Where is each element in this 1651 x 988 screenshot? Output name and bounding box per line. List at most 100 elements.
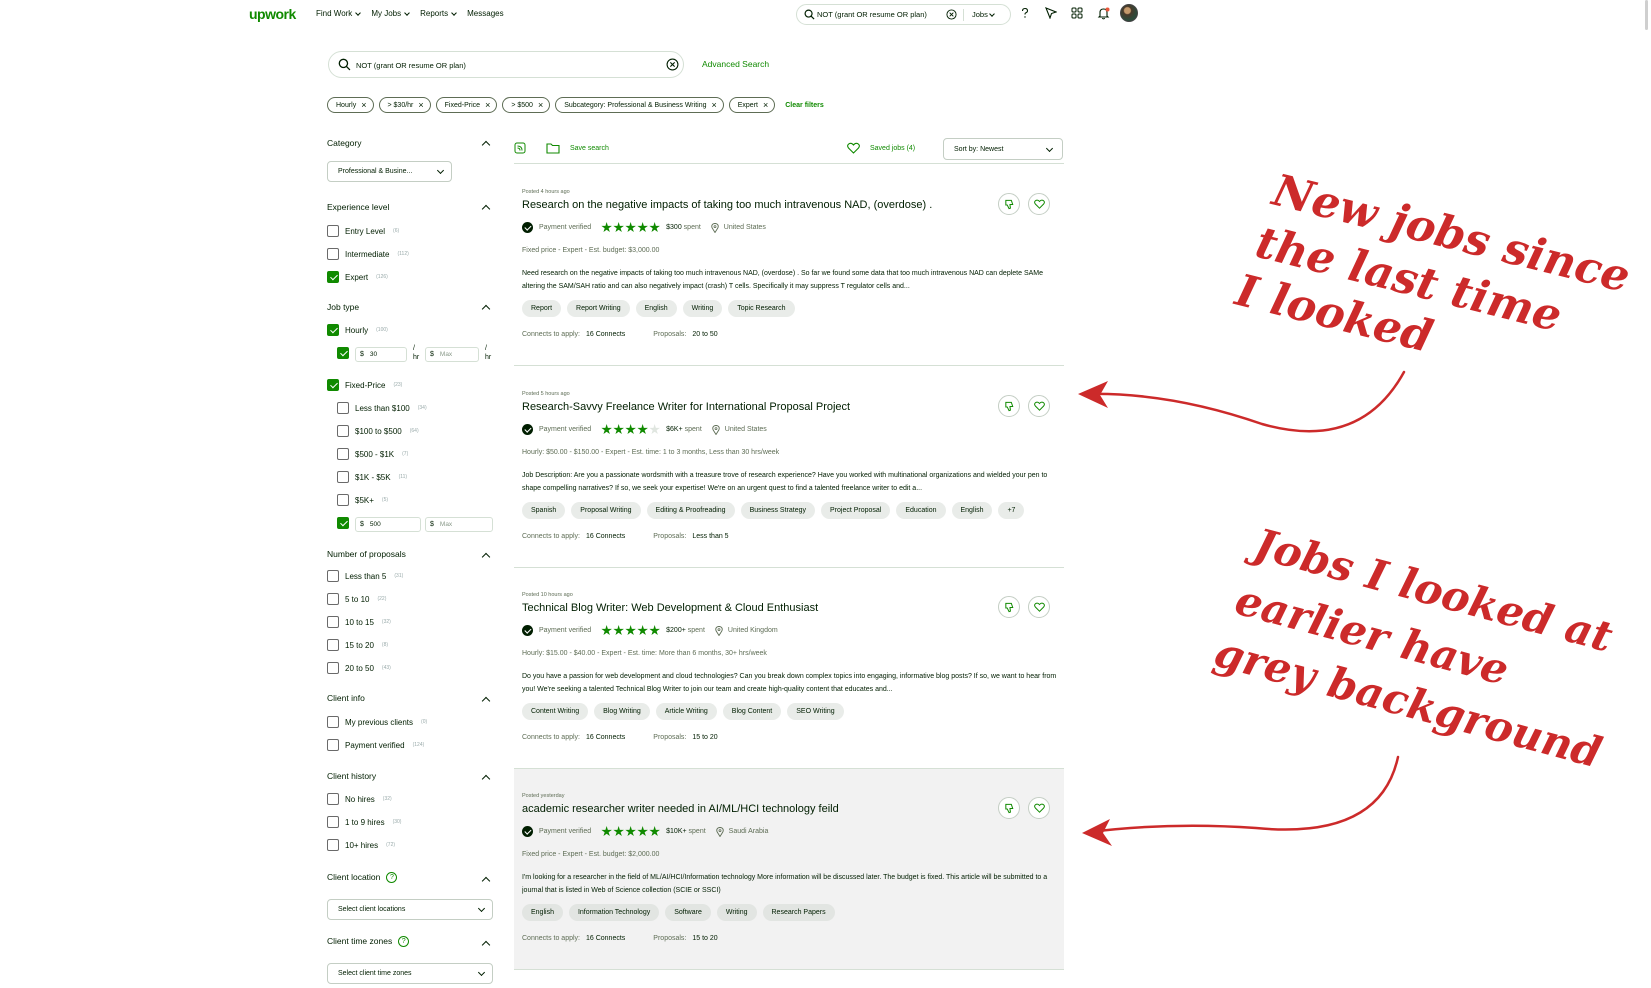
close-icon[interactable]: × [711,100,716,110]
job-card[interactable]: Posted 5 hours ago Research-Savvy Freela… [514,367,1064,568]
save-job-button[interactable] [1028,395,1050,417]
skill-tag[interactable]: Blog Writing [594,703,650,720]
checkbox[interactable] [337,402,349,414]
fixed-min-input[interactable]: $500 [355,517,421,532]
filter-chip[interactable]: > $30/hr × [378,97,431,113]
checkbox[interactable] [327,379,339,391]
job-title[interactable]: Research-Savvy Freelance Writer for Inte… [522,401,850,413]
skill-tag[interactable]: Information Technology [568,904,660,921]
checkbox[interactable] [327,816,339,828]
job-title[interactable]: Research on the negative impacts of taki… [522,199,932,211]
checkbox-5-to-10[interactable]: 5 to 10 (22) [327,593,386,605]
skill-tag[interactable]: Proposal Writing [571,502,641,519]
save-job-button[interactable] [1028,193,1050,215]
filter-chip[interactable]: Subcategory: Professional & Business Wri… [555,97,724,113]
skill-tag[interactable]: Writing [716,904,757,921]
avatar[interactable] [1120,4,1138,22]
apps-grid-icon[interactable] [1068,4,1086,22]
nav-search-query[interactable]: NOT (grant OR resume OR plan) [817,10,927,19]
search-scope-dropdown[interactable]: Jobs [972,10,995,19]
job-card[interactable]: Posted 4 hours ago Research on the negat… [514,165,1064,366]
job-card[interactable]: Posted 10 hours ago Technical Blog Write… [514,568,1064,769]
chevron-up-icon[interactable] [481,140,491,150]
checkbox-hourly-rate[interactable] [337,347,349,359]
skill-tag[interactable]: Education [896,502,946,519]
folder-icon[interactable] [546,142,560,154]
clear-search-icon[interactable] [666,58,679,71]
close-icon[interactable]: × [763,100,768,110]
dislike-button[interactable] [998,596,1020,618]
more-skills-tag[interactable]: +7 [998,502,1025,519]
nav-find-work[interactable]: Find Work [316,9,362,18]
skill-tag[interactable]: Topic Research [728,300,795,317]
chevron-up-icon[interactable] [481,552,491,562]
job-title[interactable]: academic researcher writer needed in AI/… [522,803,839,815]
checkbox-less-than-5[interactable]: Less than 5 (31) [327,570,403,582]
checkbox[interactable] [327,248,339,260]
job-card-seen[interactable]: Posted yesterday academic researcher wri… [514,769,1064,970]
skill-tag[interactable]: Report Writing [567,300,630,317]
checkbox-1k-to-5k[interactable]: $1K - $5K (11) [337,471,407,483]
nav-my-jobs[interactable]: My Jobs [371,9,410,18]
checkbox[interactable] [337,347,349,359]
hourly-min-input[interactable]: $30 [355,347,407,362]
chevron-up-icon[interactable] [481,304,491,314]
checkbox[interactable] [327,271,339,283]
upwork-logo[interactable]: upwork [249,6,296,22]
skill-tag[interactable]: Report [522,300,562,317]
skill-tag[interactable]: Content Writing [522,703,589,720]
direct-contracts-icon[interactable] [1042,4,1060,22]
notifications-bell-icon[interactable] [1094,4,1112,22]
checkbox-no-hires[interactable]: No hires (32) [327,793,392,805]
close-icon[interactable]: × [418,100,423,110]
skill-tag[interactable]: Article Writing [655,703,717,720]
checkbox[interactable] [327,225,339,237]
clear-search-icon[interactable] [946,9,957,20]
filter-chip[interactable]: Expert × [728,97,776,113]
dislike-button[interactable] [998,395,1020,417]
nav-search-bar[interactable]: NOT (grant OR resume OR plan) Jobs [796,4,1011,25]
filter-chip[interactable]: Fixed-Price × [435,97,498,113]
checkbox[interactable] [327,324,339,336]
fixed-max-input[interactable]: $ Max [425,517,493,532]
checkbox[interactable] [337,471,349,483]
checkbox[interactable] [327,570,339,582]
chevron-up-icon[interactable] [481,940,491,950]
checkbox-100-to-500[interactable]: $100 to $500 (64) [337,425,419,437]
sort-dropdown[interactable]: Sort by: Newest [943,138,1063,160]
save-search-button[interactable]: Save search [570,145,609,152]
skill-tag[interactable]: Blog Content [722,703,782,720]
close-icon[interactable]: × [485,100,490,110]
checkbox-20-to-50[interactable]: 20 to 50 (43) [327,662,391,674]
scrollbar[interactable] [1645,0,1648,30]
client-time-zones-select[interactable]: Select client time zones [327,963,493,984]
chevron-up-icon[interactable] [481,876,491,886]
checkbox-previous-clients[interactable]: My previous clients (0) [327,716,427,728]
checkbox-entry-level[interactable]: Entry Level (6) [327,225,399,237]
checkbox-fixed-custom[interactable] [337,517,349,529]
advanced-search-link[interactable]: Advanced Search [702,59,769,69]
checkbox-payment-verified[interactable]: Payment verified (124) [327,739,424,751]
filter-chip[interactable]: > $500 × [502,97,551,113]
filter-chip[interactable]: Hourly × [327,97,374,113]
checkbox[interactable] [327,793,339,805]
dislike-button[interactable] [998,193,1020,215]
hourly-max-input[interactable]: $ Max [425,347,479,362]
checkbox-5k-plus[interactable]: $5K+ (5) [337,494,388,506]
skill-tag[interactable]: Writing [682,300,723,317]
rss-feed-icon[interactable] [514,142,526,154]
skill-tag[interactable]: English [522,904,563,921]
dislike-button[interactable] [998,797,1020,819]
checkbox[interactable] [337,517,349,529]
main-search-input[interactable]: NOT (grant OR resume OR plan) [328,51,684,78]
save-job-button[interactable] [1028,596,1050,618]
checkbox-10-to-15[interactable]: 10 to 15 (32) [327,616,391,628]
clear-filters-link[interactable]: Clear filters [785,102,824,109]
client-location-select[interactable]: Select client locations [327,899,493,920]
skill-tag[interactable]: SEO Writing [787,703,844,720]
main-search-query[interactable]: NOT (grant OR resume OR plan) [356,61,466,70]
checkbox-15-to-20[interactable]: 15 to 20 (8) [327,639,388,651]
chevron-up-icon[interactable] [481,774,491,784]
skill-tag[interactable]: Project Proposal [821,502,891,519]
close-icon[interactable]: × [538,100,543,110]
